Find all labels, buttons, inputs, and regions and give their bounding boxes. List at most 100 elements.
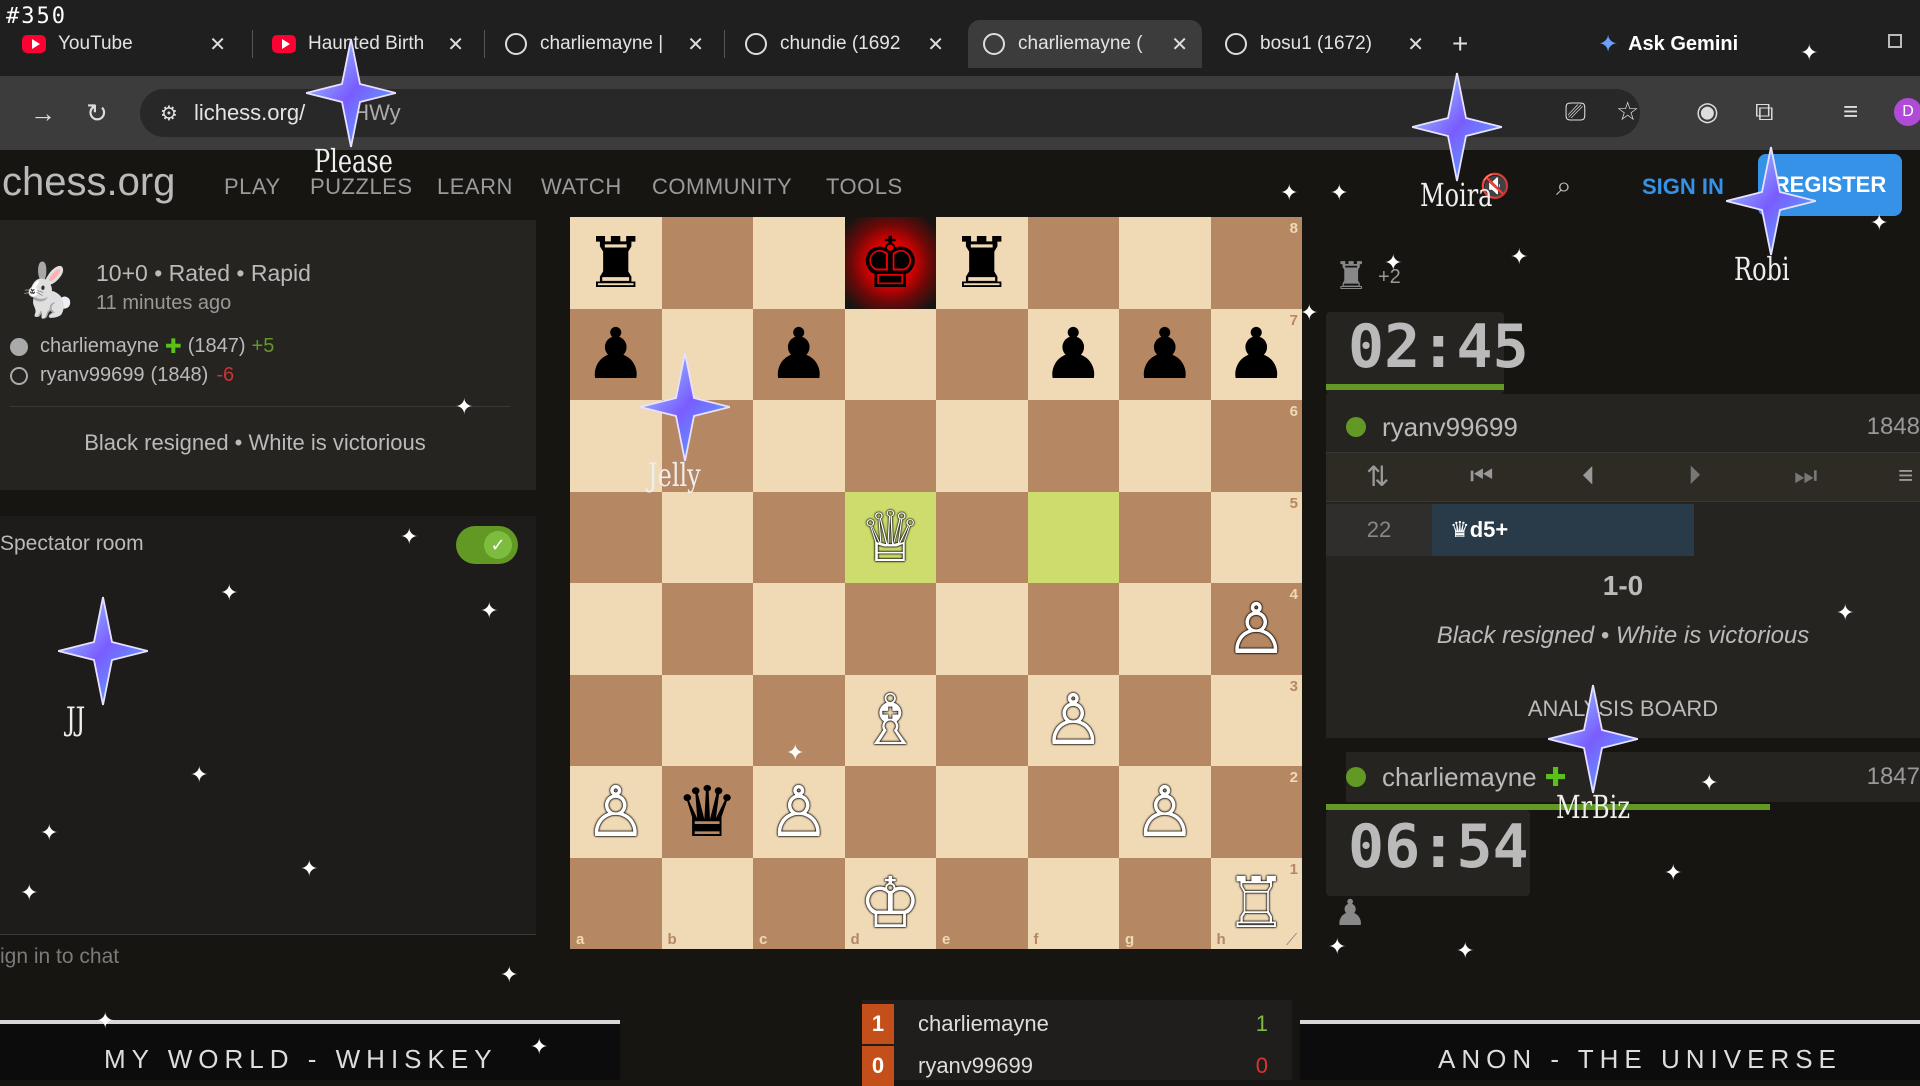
square-f2[interactable] [1027, 766, 1119, 858]
chat-toggle[interactable]: ✓ [456, 526, 518, 564]
square-f4[interactable] [1027, 583, 1119, 675]
site-logo[interactable]: chess.org [2, 160, 175, 205]
last-move-icon[interactable]: ⏭ [1794, 460, 1817, 492]
install-app-icon[interactable]: ⎚ [1565, 96, 1586, 128]
square-f5[interactable] [1027, 491, 1119, 583]
close-tab-icon[interactable]: ✕ [447, 32, 464, 57]
square-h7[interactable]: ♟ 7 [1210, 308, 1302, 400]
nav-community[interactable]: COMMUNITY [652, 174, 792, 200]
chess-piece[interactable]: ♙ [1133, 777, 1196, 847]
square-d2[interactable] [844, 766, 936, 858]
browser-tab[interactable]: bosu1 (1672) ✕ [1210, 20, 1438, 68]
nav-tools[interactable]: TOOLS [826, 174, 903, 200]
media-control-icon[interactable]: ≡ [1843, 96, 1858, 127]
extensions-icon[interactable]: ⧉ [1755, 96, 1774, 128]
square-d7[interactable] [844, 308, 936, 400]
square-e2[interactable] [936, 766, 1028, 858]
chess-piece[interactable]: ♔ [859, 868, 922, 938]
square-a4[interactable] [570, 583, 662, 675]
white-player-name[interactable]: charliemayne [40, 335, 159, 358]
profile-icon[interactable]: ◉ [1696, 96, 1719, 127]
square-g1[interactable]: g [1119, 857, 1211, 949]
square-b1[interactable]: b [661, 857, 753, 949]
square-d8[interactable]: ♚ [844, 217, 936, 309]
square-d5[interactable]: ♕ [844, 491, 936, 583]
ask-gemini-button[interactable]: ✦ Ask Gemini [1598, 30, 1738, 59]
close-tab-icon[interactable]: ✕ [927, 32, 944, 57]
square-b3[interactable] [661, 674, 753, 766]
square-d1[interactable]: ♔ d [844, 857, 936, 949]
flip-board-icon[interactable]: ⇅ [1366, 460, 1389, 493]
square-e5[interactable] [936, 491, 1028, 583]
square-c7[interactable]: ♟ [753, 308, 845, 400]
square-a5[interactable] [570, 491, 662, 583]
square-e6[interactable] [936, 400, 1028, 492]
chess-piece[interactable]: ♙ [1042, 685, 1105, 755]
close-tab-icon[interactable]: ✕ [1171, 32, 1188, 57]
square-b8[interactable] [661, 217, 753, 309]
site-info-icon[interactable]: ⚙ [160, 101, 178, 126]
chess-piece[interactable]: ♜ [584, 228, 647, 298]
square-b2[interactable]: ♛ [661, 766, 753, 858]
square-e1[interactable]: e [936, 857, 1028, 949]
first-move-icon[interactable]: ⏮ [1470, 460, 1493, 492]
window-restore-icon[interactable] [1888, 34, 1902, 48]
square-h4[interactable]: ♙ 4 [1210, 583, 1302, 675]
bottom-player-name[interactable]: charliemayne [1382, 762, 1537, 793]
square-f6[interactable] [1027, 400, 1119, 492]
square-f8[interactable] [1027, 217, 1119, 309]
black-player-name[interactable]: ryanv99699 [40, 364, 145, 387]
browser-tab[interactable]: YouTube ✕ [8, 20, 240, 68]
chess-piece[interactable]: ♙ [1225, 594, 1288, 664]
forward-icon[interactable]: → [30, 98, 56, 129]
square-c2[interactable]: ♙ [753, 766, 845, 858]
square-g5[interactable] [1119, 491, 1211, 583]
chess-piece[interactable]: ♟ [584, 319, 647, 389]
square-f1[interactable]: f [1027, 857, 1119, 949]
chess-piece[interactable]: ♙ [767, 777, 830, 847]
close-tab-icon[interactable]: ✕ [1407, 32, 1424, 57]
chess-piece[interactable]: ♟ [1225, 319, 1288, 389]
square-e7[interactable] [936, 308, 1028, 400]
square-c6[interactable] [753, 400, 845, 492]
chess-board[interactable]: ♜ ♚ ♜ 8 ♟ ♟ ♟ ♟ ♟ 7 6 ♕ 5 ♙ 4 ♗ ♙ 3 ♙ ♛ ♙ ♙ 2 a b c ♔ d e f g ♖ 1 h [570, 217, 1302, 949]
square-d3[interactable]: ♗ [844, 674, 936, 766]
board-resize-handle[interactable]: ⟋ [1286, 932, 1297, 950]
close-tab-icon[interactable]: ✕ [209, 32, 226, 57]
square-g3[interactable] [1119, 674, 1211, 766]
square-g4[interactable] [1119, 583, 1211, 675]
square-d6[interactable] [844, 400, 936, 492]
square-c1[interactable]: c [753, 857, 845, 949]
chess-piece[interactable]: ♟ [1133, 319, 1196, 389]
square-a3[interactable] [570, 674, 662, 766]
square-g8[interactable] [1119, 217, 1211, 309]
top-player-name[interactable]: ryanv99699 [1382, 412, 1518, 443]
square-c8[interactable] [753, 217, 845, 309]
square-e4[interactable] [936, 583, 1028, 675]
chess-piece[interactable]: ♕ [859, 502, 922, 572]
chess-piece[interactable]: ♛ [676, 777, 739, 847]
square-b5[interactable] [661, 491, 753, 583]
browser-tab[interactable]: chundie (1692 ✕ [730, 20, 958, 68]
square-h8[interactable]: 8 [1210, 217, 1302, 309]
square-h3[interactable]: 3 [1210, 674, 1302, 766]
square-g7[interactable]: ♟ [1119, 308, 1211, 400]
square-d4[interactable] [844, 583, 936, 675]
square-f3[interactable]: ♙ [1027, 674, 1119, 766]
square-f7[interactable]: ♟ [1027, 308, 1119, 400]
chess-piece[interactable]: ♗ [859, 685, 922, 755]
nav-learn[interactable]: LEARN [437, 174, 513, 200]
square-h2[interactable]: 2 [1210, 766, 1302, 858]
last-move[interactable]: ♛d5+ [1432, 504, 1694, 556]
sign-in-link[interactable]: SIGN IN [1642, 174, 1724, 200]
new-tab-button[interactable]: + [1452, 28, 1468, 60]
square-c5[interactable] [753, 491, 845, 583]
square-b4[interactable] [661, 583, 753, 675]
prev-move-icon[interactable]: ⏴ [1582, 460, 1595, 492]
square-e3[interactable] [936, 674, 1028, 766]
chat-input[interactable]: ign in to chat [0, 934, 536, 984]
account-avatar[interactable]: D [1894, 98, 1920, 126]
square-a1[interactable]: a [570, 857, 662, 949]
nav-watch[interactable]: WATCH [541, 174, 622, 200]
square-h5[interactable]: 5 [1210, 491, 1302, 583]
